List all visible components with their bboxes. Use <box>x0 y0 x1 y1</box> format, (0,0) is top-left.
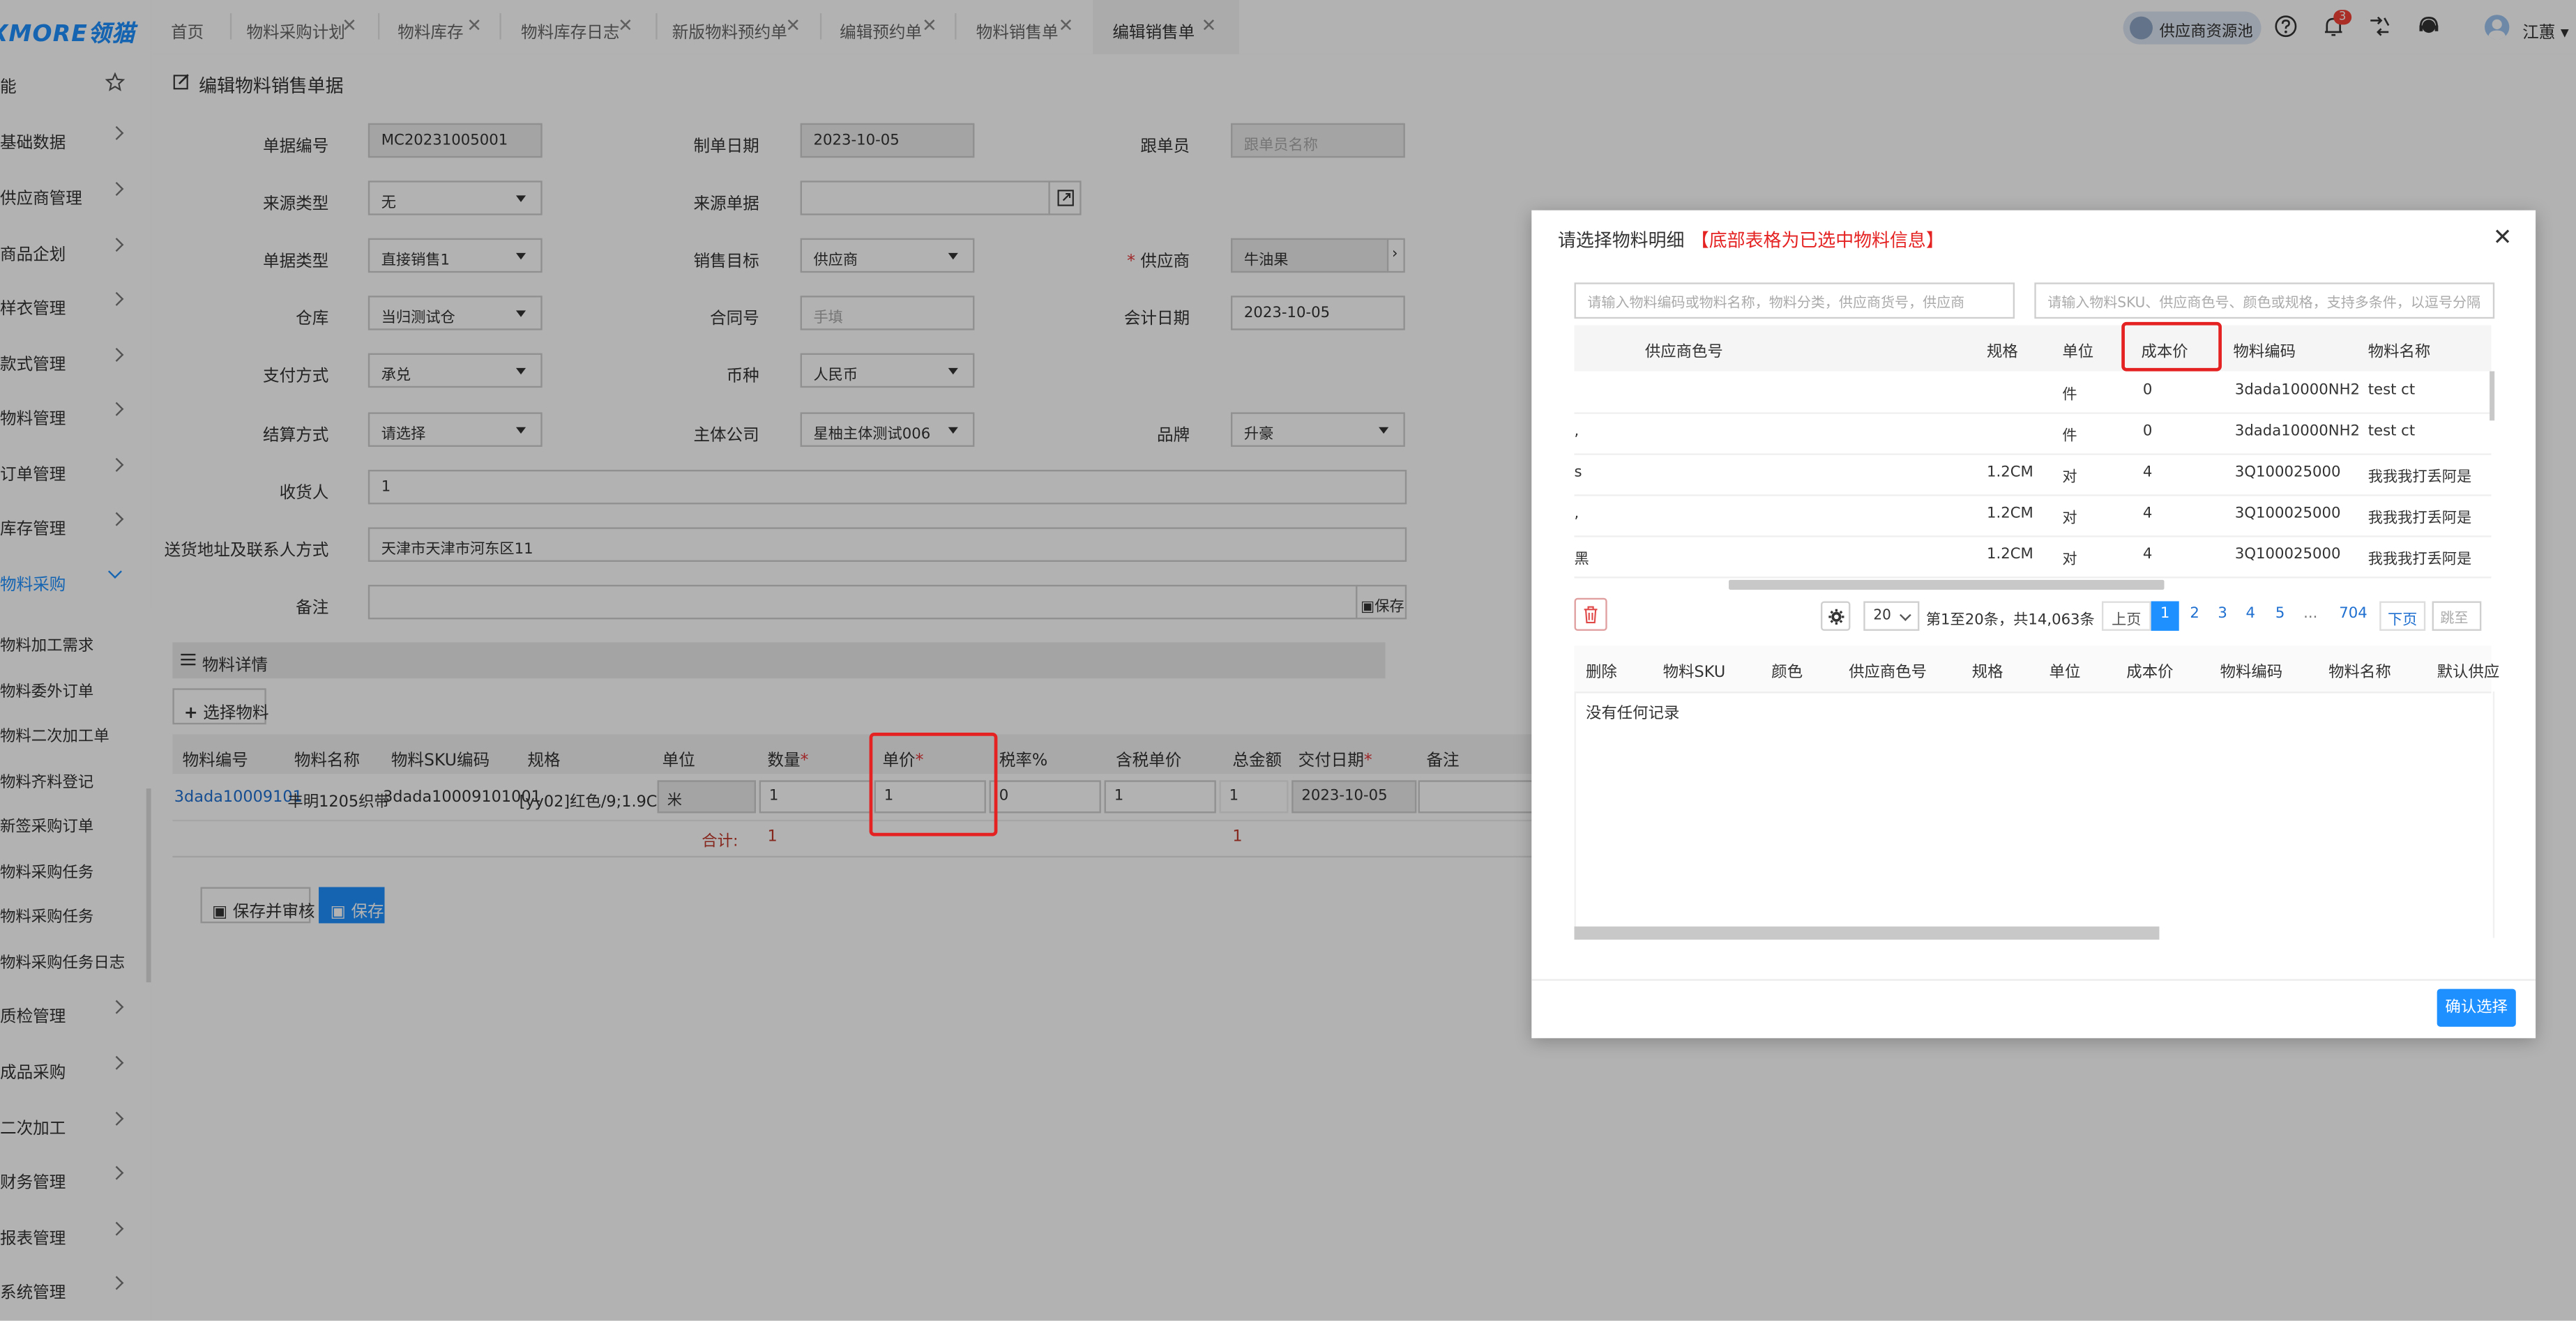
delete-button[interactable] <box>1574 597 1607 631</box>
code-cell: 3Q100025000 <box>2234 547 2341 564</box>
confirm-select-button[interactable]: 确认选择 <box>2437 988 2516 1027</box>
column-header: 删除 <box>1586 664 1617 682</box>
empty-state-text: 没有任何记录 <box>1586 704 1680 723</box>
selected-table-header: 删除 物料SKU 颜色 供应商色号 规格 单位 成本价 物料编码 物料名称 默认… <box>1574 646 2499 694</box>
modal-hint: 【底部表格为已选中物料信息】 <box>1690 229 1944 252</box>
table-row[interactable]: 黑 1.2CM 对 4 3Q100025000 我我我打丢阿是 <box>1574 535 2492 579</box>
column-header: 规格 <box>1987 343 2018 362</box>
cost-cell: 4 <box>2142 547 2153 564</box>
page-button-last[interactable]: 704 <box>2328 601 2378 630</box>
trash-icon <box>1584 606 1598 624</box>
table-row[interactable]: s 1.2CM 对 4 3Q100025000 我我我打丢阿是 <box>1574 453 2492 496</box>
modal-footer-divider <box>1531 979 2536 981</box>
unit-cell: 对 <box>2062 551 2077 569</box>
material-search-input[interactable]: 请输入物料编码或物料名称，物料分类，供应商货号，供应商 <box>1574 282 2015 319</box>
page-size-select[interactable]: 20 <box>1863 601 1920 631</box>
page-button-1[interactable]: 1 <box>2151 601 2179 631</box>
column-header: 成本价 <box>2126 664 2174 682</box>
code-cell: 3dada10000NH2 <box>2234 423 2361 441</box>
column-header: 供应商色号 <box>1644 343 1723 362</box>
column-header: 单位 <box>2062 343 2094 362</box>
jump-page-input[interactable]: 跳至 <box>2432 601 2482 631</box>
name-cell: test ct <box>2367 383 2416 399</box>
column-header: 物料名称 <box>2328 664 2391 682</box>
row-cell: , <box>1574 505 1579 523</box>
horizontal-scrollbar[interactable] <box>1574 926 2160 940</box>
spec-cell: 1.2CM <box>1987 505 2033 523</box>
column-header: 供应商色号 <box>1849 664 1927 682</box>
table-row[interactable]: , 1.2CM 对 4 3Q100025000 我我我打丢阿是 <box>1574 494 2492 537</box>
spec-cell: 1.2CM <box>1987 464 2033 482</box>
code-cell: 3Q100025000 <box>2234 505 2341 523</box>
name-cell: 我我我打丢阿是 <box>2367 469 2472 487</box>
column-header: 默认供应 <box>2437 664 2500 682</box>
pager-info: 第1至20条，共14,063条 <box>1925 612 2095 629</box>
modal-title: 请选择物料明细 【底部表格为已选中物料信息】 <box>1558 227 1944 253</box>
page-button-3[interactable]: 3 <box>2208 601 2236 630</box>
horizontal-scrollbar[interactable] <box>1729 579 2165 590</box>
column-header: 规格 <box>1971 664 2003 682</box>
app-root: XMORE领猫 能 基础数据 供应商管理 商品企划 样衣管理 款式管理 物料管理… <box>0 0 2576 1321</box>
highlight-box-cost <box>2121 321 2222 372</box>
modal-title-text: 请选择物料明细 <box>1557 229 1685 252</box>
column-header: 物料编码 <box>2220 664 2283 682</box>
column-header: 颜色 <box>1771 664 1803 682</box>
column-header: 物料编码 <box>2233 343 2296 362</box>
cost-cell: 0 <box>2142 423 2153 441</box>
column-header: 物料名称 <box>2367 343 2431 362</box>
code-cell: 3dada10000NH2 <box>2234 383 2361 399</box>
name-cell: test ct <box>2367 423 2416 441</box>
close-icon[interactable]: ✕ <box>2493 225 2513 252</box>
spec-cell: 1.2CM <box>1987 547 2033 564</box>
page-button-4[interactable]: 4 <box>2236 601 2264 630</box>
row-cell: 黑 <box>1574 551 1589 569</box>
gear-icon <box>1828 609 1844 625</box>
sku-search-input[interactable]: 请输入物料SKU、供应商色号、颜色或规格，支持多条件，以逗号分隔 <box>2034 282 2495 319</box>
name-cell: 我我我打丢阿是 <box>2367 510 2472 528</box>
page-button-2[interactable]: 2 <box>2181 601 2208 630</box>
table-row[interactable]: , 件 0 3dada10000NH2 test ct <box>1574 412 2492 455</box>
selected-table-body <box>1574 692 2495 938</box>
highlight-box-price <box>869 732 998 837</box>
column-header: 物料SKU <box>1662 664 1726 682</box>
unit-cell: 件 <box>2062 429 2077 445</box>
name-cell: 我我我打丢阿是 <box>2367 551 2472 569</box>
unit-cell: 对 <box>2062 510 2077 528</box>
material-select-modal: 请选择物料明细 【底部表格为已选中物料信息】 ✕ 请输入物料编码或物料名称，物料分… <box>1531 210 2536 1039</box>
table-settings-button[interactable] <box>1821 601 1851 631</box>
next-page-button[interactable]: 下页 <box>2379 601 2426 631</box>
page-size-value: 20 <box>1873 607 1891 625</box>
chevron-down-icon <box>1900 609 1911 621</box>
cost-cell: 4 <box>2142 464 2153 482</box>
unit-cell: 对 <box>2062 469 2077 487</box>
row-cell: , <box>1574 423 1579 441</box>
column-header: 单位 <box>2049 664 2081 682</box>
code-cell: 3Q100025000 <box>2234 464 2341 482</box>
row-cell: s <box>1574 464 1582 482</box>
prev-page-button[interactable]: 上页 <box>2101 601 2151 631</box>
vertical-scrollbar[interactable] <box>2490 371 2495 421</box>
candidate-table-header: 供应商色号 规格 单位 成本价 物料编码 物料名称 <box>1574 325 2492 372</box>
table-row[interactable]: 件 0 3dada10000NH2 test ct <box>1574 372 2492 414</box>
page-ellipsis: ... <box>2303 606 2318 623</box>
unit-cell: 件 <box>2062 388 2077 404</box>
cost-cell: 0 <box>2142 383 2153 399</box>
cost-cell: 4 <box>2142 505 2153 523</box>
page-button-5[interactable]: 5 <box>2266 601 2294 630</box>
